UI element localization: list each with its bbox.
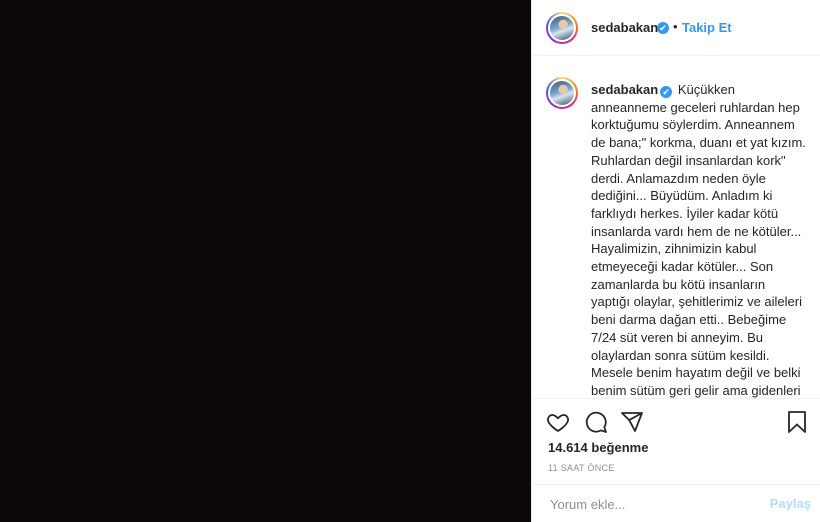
heart-icon[interactable]	[546, 410, 570, 434]
verified-badge-icon: ✔	[657, 22, 669, 34]
avatar-image	[548, 79, 576, 107]
post-header: sedabakan ✔ • Takip Et	[532, 0, 820, 56]
caption-text: Küçükken anneanneme geceleri ruhlardan h…	[591, 82, 806, 398]
post-side-panel: sedabakan ✔ • Takip Et sedabakan ✔ Küçükk…	[531, 0, 820, 522]
follow-button[interactable]: Takip Et	[682, 20, 732, 35]
avatar-image	[548, 14, 576, 42]
bookmark-icon[interactable]	[785, 410, 809, 434]
avatar[interactable]	[546, 12, 578, 44]
username-link[interactable]: sedabakan	[591, 20, 658, 35]
comment-icon[interactable]	[584, 410, 608, 434]
like-count[interactable]: 14.614 beğenme	[548, 440, 648, 455]
caption-username-link[interactable]: sedabakan	[591, 82, 658, 97]
post-caption: sedabakan ✔ Küçükken anneanneme geceleri …	[591, 81, 806, 398]
verified-badge-icon: ✔	[660, 86, 673, 98]
post-timestamp[interactable]: 11 SAAT ÖNCE	[548, 463, 615, 473]
add-comment-bar: Paylaş	[532, 484, 820, 522]
post-comment-button[interactable]: Paylaş	[770, 496, 811, 511]
comments-section[interactable]: sedabakan ✔ Küçükken anneanneme geceleri …	[532, 57, 820, 399]
caption-avatar[interactable]	[546, 77, 578, 109]
post-media[interactable]	[0, 0, 531, 522]
share-icon[interactable]	[620, 410, 644, 434]
action-bar	[532, 404, 820, 440]
separator-dot: •	[673, 19, 678, 34]
comment-input[interactable]	[548, 493, 752, 515]
